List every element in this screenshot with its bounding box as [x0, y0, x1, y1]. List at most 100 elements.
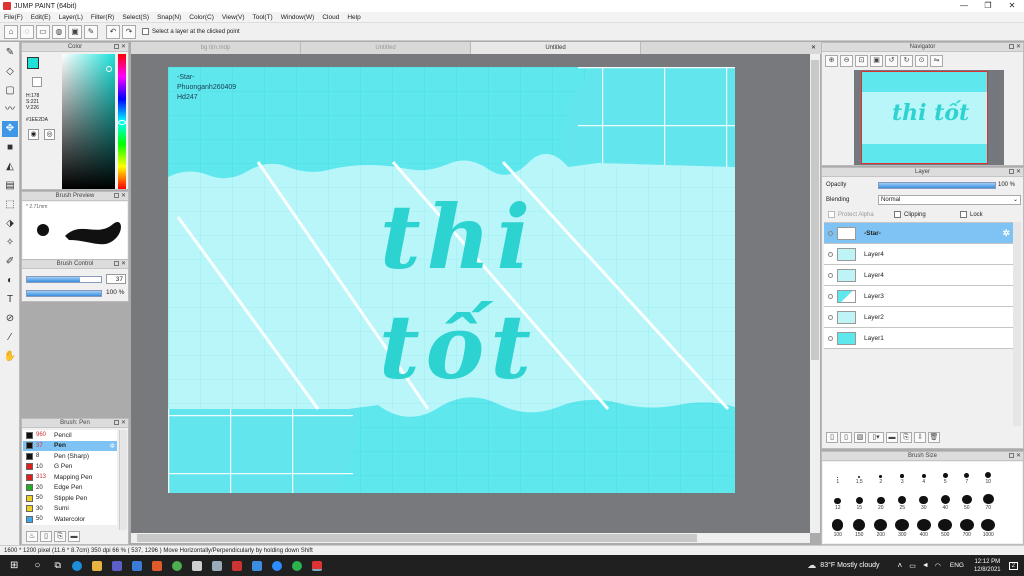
brush-size-option[interactable]: 2 — [870, 466, 892, 485]
gear-icon[interactable]: ✲ — [110, 442, 115, 450]
select-layer-checkbox[interactable] — [142, 28, 149, 35]
select-eraser-icon[interactable]: ⬗ — [2, 216, 18, 232]
blur-icon[interactable]: ◐ — [2, 273, 18, 289]
brush-size-option[interactable]: 50 — [956, 492, 978, 511]
brush-size-option[interactable]: 20 — [870, 492, 892, 511]
layer-row[interactable]: Layer4 — [824, 244, 1013, 265]
tab-bg-tim[interactable]: bg tim.mdp — [131, 42, 301, 54]
zoom-icon[interactable] — [271, 560, 282, 571]
chrome-icon[interactable] — [171, 560, 182, 571]
layer-list-scrollbar[interactable] — [1013, 222, 1021, 426]
menu-select[interactable]: Select(S) — [122, 14, 149, 21]
brush-item[interactable]: 960 Pencil — [23, 430, 117, 441]
protect-alpha-checkbox[interactable] — [828, 211, 835, 218]
blending-select[interactable]: Normal ⌄ — [878, 195, 1021, 205]
brush-size-option[interactable]: 7 — [956, 466, 978, 485]
menu-snap[interactable]: Snap(N) — [157, 14, 181, 21]
copy-brush-icon[interactable]: ⎘ — [54, 531, 66, 542]
home-icon[interactable]: ⌂ — [4, 24, 18, 39]
eye-icon[interactable] — [828, 293, 833, 299]
delete-layer-icon[interactable]: 🗑 — [928, 432, 940, 443]
layer-row[interactable]: Layer1 — [824, 328, 1013, 349]
windows-start-icon[interactable]: ⊞ — [10, 560, 18, 571]
menu-window[interactable]: Window(W) — [281, 14, 315, 21]
text-tool-icon[interactable]: T — [2, 292, 18, 308]
rotate-left-icon[interactable]: ↺ — [885, 55, 898, 67]
brush-size-option[interactable]: 1.5 — [849, 466, 871, 485]
folder-icon[interactable]: ▬ — [886, 432, 898, 443]
weather-text[interactable]: 83°F Mostly cloudy — [820, 562, 879, 569]
gradient-tool-icon[interactable]: ▤ — [2, 178, 18, 194]
brush-item[interactable]: 50 Stipple Pen — [23, 493, 117, 504]
clock[interactable]: 12:12 PM 12/8/2021 — [974, 558, 1001, 574]
app-icon-blue[interactable] — [251, 560, 262, 571]
layer-row[interactable]: -Star- ✲ — [824, 223, 1013, 244]
teams-icon[interactable] — [111, 560, 122, 571]
actual-size-icon[interactable]: ▣ — [870, 55, 883, 67]
brush-size-option[interactable]: 40 — [935, 492, 957, 511]
language-indicator[interactable]: ENG — [950, 562, 964, 569]
brush-item[interactable]: 37 Pen ✲ — [23, 440, 117, 451]
speaker-icon[interactable]: ◄ — [922, 562, 929, 569]
secondary-color-swatch[interactable] — [32, 77, 42, 87]
vertical-scrollbar[interactable] — [810, 54, 820, 533]
hand-tool-icon[interactable]: ✋ — [2, 349, 18, 365]
reset-rotation-icon[interactable]: ⊙ — [915, 55, 928, 67]
clipping-checkbox[interactable] — [894, 211, 901, 218]
layer-row[interactable]: Layer4 — [824, 265, 1013, 286]
palette-icon[interactable]: ◉ — [28, 129, 39, 140]
brush-size-option[interactable]: 1 — [827, 466, 849, 485]
new-brush-icon[interactable]: ▯ — [40, 531, 52, 542]
dropper-icon[interactable]: ✐ — [2, 254, 18, 270]
layer-opacity-slider[interactable] — [878, 182, 996, 189]
palette-alt-icon[interactable]: ◎ — [44, 129, 55, 140]
brush-size-option[interactable]: 300 — [892, 518, 914, 538]
brush-size-option[interactable]: 100 — [827, 519, 849, 538]
brush-item[interactable]: 20 Edge Pen — [23, 482, 117, 493]
brush-item[interactable]: 50 Watercolor — [23, 514, 117, 525]
fit-icon[interactable]: ⊡ — [855, 55, 868, 67]
eye-icon[interactable] — [828, 230, 833, 236]
office-icon[interactable] — [151, 560, 162, 571]
brush-size-option[interactable]: 500 — [935, 518, 957, 538]
task-view-icon[interactable]: ⧉ — [54, 560, 60, 571]
brush-list-scrollbar[interactable] — [119, 430, 127, 530]
comment-icon[interactable]: ▭ — [36, 24, 50, 39]
bucket-tool-icon[interactable]: ◭ — [2, 159, 18, 175]
close-icon[interactable]: ✕ — [121, 43, 126, 52]
menu-tool[interactable]: Tool(T) — [253, 14, 273, 21]
store-icon[interactable] — [131, 560, 142, 571]
close-icon[interactable]: ✕ — [1016, 43, 1021, 52]
close-icon[interactable]: ✕ — [121, 192, 126, 201]
select-pen-icon[interactable]: ⬚ — [2, 197, 18, 213]
new-layer-alt-icon[interactable]: ▯ — [840, 432, 852, 443]
eyedropper-icon[interactable]: ⁄ — [2, 330, 18, 346]
brush-size-option[interactable]: 5 — [935, 466, 957, 485]
eye-icon[interactable] — [828, 335, 833, 341]
draw-icon[interactable]: ✎ — [84, 24, 98, 39]
shape-tool-icon[interactable]: ■ — [2, 140, 18, 156]
folder-icon[interactable]: ▬ — [68, 531, 80, 542]
brush-size-option[interactable]: 25 — [892, 492, 914, 511]
menu-help[interactable]: Help — [347, 14, 360, 21]
menu-color[interactable]: Color(C) — [189, 14, 214, 21]
search-icon[interactable]: ○ — [34, 560, 40, 571]
divide-tool-icon[interactable]: ⊘ — [2, 311, 18, 327]
brush-size-option[interactable]: 4 — [913, 466, 935, 485]
brush-item[interactable]: 313 Mapping Pen — [23, 472, 117, 483]
maximize-button[interactable]: ❐ — [976, 0, 1000, 12]
network-icon[interactable]: ▭ — [909, 562, 916, 570]
new-layer-icon[interactable]: ▯ — [826, 432, 838, 443]
weather-icon[interactable]: ☁ — [807, 560, 816, 571]
close-button[interactable]: ✕ — [1000, 0, 1024, 12]
brush-size-option[interactable]: 15 — [849, 492, 871, 511]
add-layer-menu-icon[interactable]: ▯▾ — [868, 432, 884, 443]
brush-size-option[interactable]: 10 — [978, 466, 1000, 485]
speech-bubble-icon[interactable]: ◌ — [20, 24, 34, 39]
brush-size-option[interactable]: 200 — [870, 518, 892, 538]
notification-icon[interactable]: 2 — [1008, 561, 1018, 570]
file-explorer-icon[interactable] — [91, 560, 102, 571]
pen-tool-icon[interactable]: ✎ — [2, 45, 18, 61]
eye-icon[interactable] — [828, 251, 833, 257]
brush-settings-icon[interactable]: ♨ — [26, 531, 38, 542]
